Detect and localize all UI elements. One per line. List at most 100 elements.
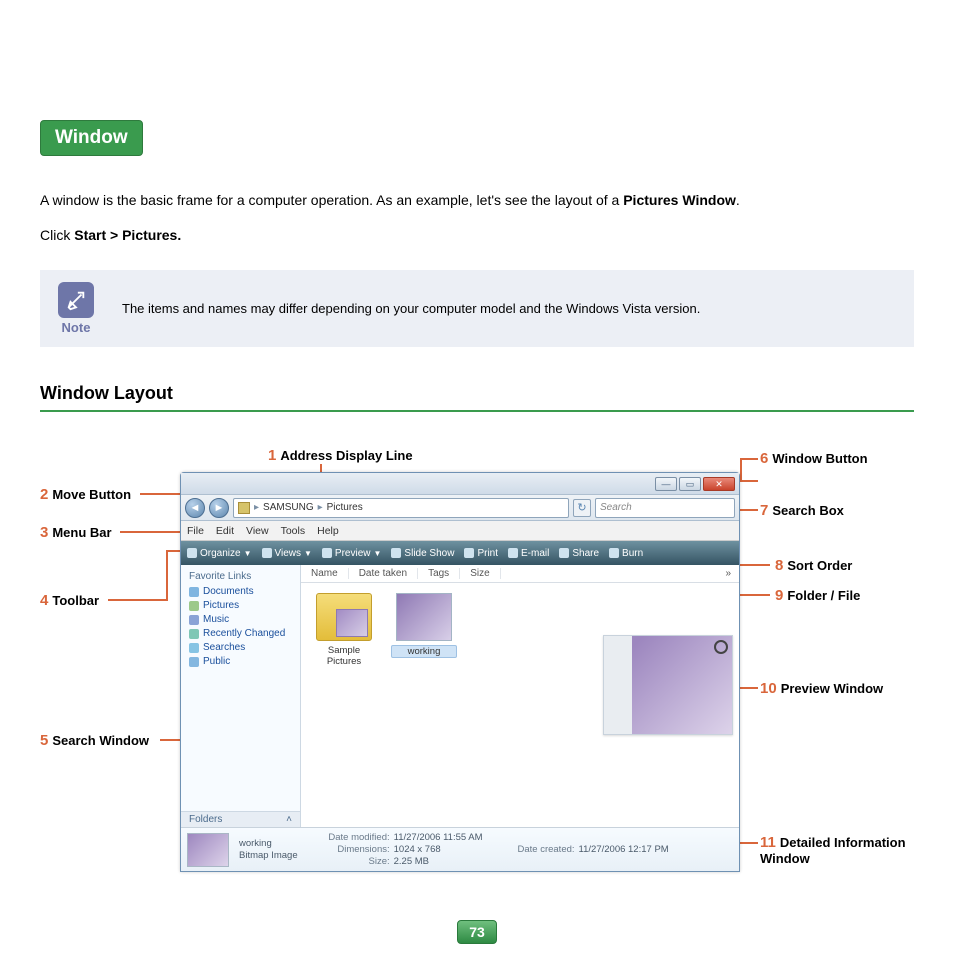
preview-pane [603, 635, 733, 735]
connector-line [166, 550, 168, 600]
share-icon [559, 548, 569, 558]
callout-2: 2Move Button [40, 486, 131, 503]
minimize-button[interactable]: — [655, 477, 677, 491]
toolbar: Organize▼ Views▼ Preview▼ Slide Show Pri… [181, 541, 739, 565]
click-bold: Start > Pictures. [74, 227, 181, 243]
details-type: Bitmap Image [239, 850, 298, 861]
menu-item-view[interactable]: View [246, 525, 269, 537]
sidebar-link-searches[interactable]: Searches [189, 642, 292, 653]
toolbar-burn[interactable]: Burn [609, 548, 643, 559]
back-button[interactable]: ◄ [185, 498, 205, 518]
toolbar-views[interactable]: Views▼ [262, 548, 312, 559]
col-tags[interactable]: Tags [418, 568, 460, 579]
details-value: 11/27/2006 11:55 AM [394, 832, 483, 843]
sidebar-header: Favorite Links [189, 571, 292, 582]
sidebar-link-music[interactable]: Music [189, 614, 292, 625]
connector-line [740, 458, 742, 482]
note-box: Note The items and names may differ depe… [40, 270, 914, 347]
recent-icon [189, 629, 199, 639]
titlebar: — ▭ ✕ [181, 473, 739, 495]
vista-window: — ▭ ✕ ◄ ► ▸ SAMSUNG ▸ Pictures ↻ Search … [180, 472, 740, 872]
chevron-down-icon: ▼ [244, 549, 252, 558]
toolbar-print[interactable]: Print [464, 548, 498, 559]
toolbar-share[interactable]: Share [559, 548, 599, 559]
forward-button[interactable]: ► [209, 498, 229, 518]
email-icon [508, 548, 518, 558]
callout-6: 6Window Button [760, 450, 880, 467]
intro-paragraph: A window is the basic frame for a comput… [40, 190, 914, 211]
callout-10: 10Preview Window [760, 680, 883, 697]
pictures-icon [189, 601, 199, 611]
details-key: Dimensions: [308, 844, 390, 855]
toolbar-email[interactable]: E-mail [508, 548, 549, 559]
details-pane: working Bitmap Image Date modified: 11/27… [181, 827, 739, 871]
note-icon [58, 282, 94, 318]
item-sample-pictures[interactable]: Sample Pictures [311, 593, 377, 667]
searches-icon [189, 643, 199, 653]
close-button[interactable]: ✕ [703, 477, 735, 491]
intro-text-pre: A window is the basic frame for a comput… [40, 192, 623, 208]
callout-5: 5Search Window [40, 732, 160, 749]
details-name: working [239, 838, 298, 849]
toolbar-preview[interactable]: Preview▼ [322, 548, 382, 559]
menu-item-tools[interactable]: Tools [281, 525, 306, 537]
sidebar-link-recent[interactable]: Recently Changed [189, 628, 292, 639]
menu-bar: File Edit View Tools Help [181, 521, 739, 541]
folder-icon [316, 593, 372, 641]
chevron-down-icon: ▼ [374, 549, 382, 558]
details-thumbnail [187, 833, 229, 867]
sidebar-link-documents[interactable]: Documents [189, 586, 292, 597]
music-icon [189, 615, 199, 625]
item-working[interactable]: working [391, 593, 457, 667]
columns-expand[interactable]: » [717, 568, 739, 579]
diagram: 1Address Display Line 2Move Button 3Menu… [40, 442, 914, 882]
slideshow-icon [391, 548, 401, 558]
documents-icon [189, 587, 199, 597]
sidebar-link-public[interactable]: Public [189, 656, 292, 667]
col-name[interactable]: Name [301, 568, 349, 579]
connector-line [740, 458, 758, 460]
callout-11: 11Detailed Information Window [760, 834, 940, 866]
callout-7: 7Search Box [760, 502, 844, 519]
callout-9: 9Folder / File [775, 587, 860, 604]
refresh-button[interactable]: ↻ [573, 499, 591, 517]
section-heading: Window [40, 120, 143, 156]
folders-header[interactable]: Folders ˄ [181, 811, 301, 827]
toolbar-slideshow[interactable]: Slide Show [391, 548, 454, 559]
maximize-button[interactable]: ▭ [679, 477, 701, 491]
search-input[interactable]: Search [595, 498, 735, 518]
col-datetaken[interactable]: Date taken [349, 568, 418, 579]
details-key: Date created: [493, 844, 575, 855]
chevron-up-icon: ˄ [286, 814, 292, 825]
item-label: Sample Pictures [311, 645, 377, 667]
details-value: 2.25 MB [394, 856, 429, 867]
breadcrumb-seg[interactable]: Pictures [327, 502, 363, 513]
menu-item-file[interactable]: File [187, 525, 204, 537]
details-value: 11/27/2006 12:17 PM [579, 844, 669, 855]
intro-text-post: . [736, 192, 740, 208]
col-size[interactable]: Size [460, 568, 500, 579]
details-key: Date modified: [308, 832, 390, 843]
folder-icon [238, 502, 250, 514]
sidebar-link-pictures[interactable]: Pictures [189, 600, 292, 611]
callout-3: 3Menu Bar [40, 524, 112, 541]
address-bar[interactable]: ▸ SAMSUNG ▸ Pictures [233, 498, 569, 518]
page-number: 73 [457, 920, 497, 944]
details-key: Size: [308, 856, 390, 867]
click-pre: Click [40, 227, 74, 243]
callout-8: 8Sort Order [775, 557, 852, 574]
connector-line [740, 480, 758, 482]
breadcrumb-seg[interactable]: SAMSUNG [263, 502, 314, 513]
column-headers: Name Date taken Tags Size » [301, 565, 739, 583]
organize-icon [187, 548, 197, 558]
views-icon [262, 548, 272, 558]
menu-item-help[interactable]: Help [317, 525, 339, 537]
menu-item-edit[interactable]: Edit [216, 525, 234, 537]
image-thumbnail [396, 593, 452, 641]
chevron-down-icon: ▼ [304, 549, 312, 558]
intro-bold: Pictures Window [623, 192, 736, 208]
note-label: Note [58, 320, 94, 335]
nav-row: ◄ ► ▸ SAMSUNG ▸ Pictures ↻ Search [181, 495, 739, 521]
connector-line [108, 599, 168, 601]
toolbar-organize[interactable]: Organize▼ [187, 548, 252, 559]
